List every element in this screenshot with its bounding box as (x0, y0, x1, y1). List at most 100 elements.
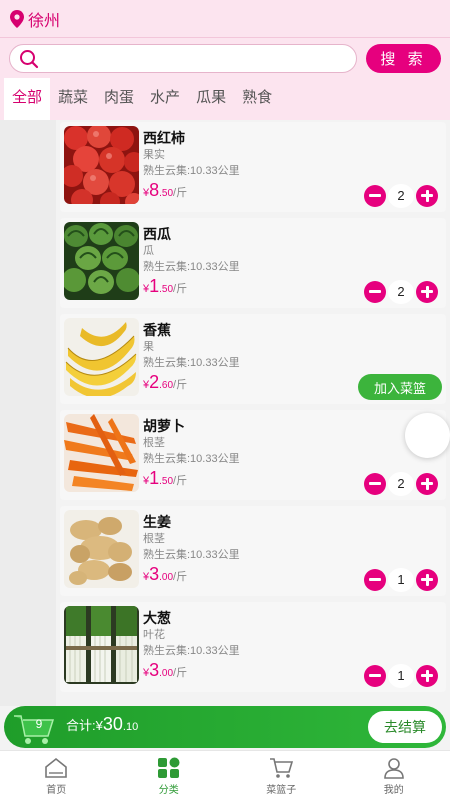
cart-total: 合计:¥30.10 (66, 714, 138, 735)
product-price: ¥1.50/斤 (143, 276, 187, 297)
search-box[interactable] (9, 44, 357, 73)
quantity-stepper: 2 (364, 280, 438, 304)
product-card[interactable]: 西瓜 瓜 熟生云集:10.33公里 ¥1.50/斤 2 (60, 218, 446, 308)
price-decimal: .50 (159, 476, 174, 487)
scallion-image (64, 606, 139, 684)
total-currency: ¥ (95, 718, 103, 733)
minus-icon[interactable] (364, 185, 386, 207)
store-distance: 熟生云集:10.33公里 (143, 357, 240, 369)
price-decimal: .60 (159, 380, 174, 391)
nav-category[interactable]: 分类 (113, 751, 226, 800)
watermelon-image (64, 222, 139, 300)
product-price: ¥3.00/斤 (143, 660, 187, 681)
cart-icon (270, 758, 294, 778)
product-price: ¥8.50/斤 (143, 180, 187, 201)
product-card[interactable]: 西红柿 果实 熟生云集:10.33公里 ¥8.50/斤 2 (60, 122, 446, 212)
product-card[interactable]: 生姜 根茎 熟生云集:10.33公里 ¥3.00/斤 1 (60, 506, 446, 596)
price-unit: /斤 (173, 475, 188, 487)
search-button[interactable]: 搜 索 (366, 44, 441, 73)
total-label: 合计: (66, 718, 96, 733)
tab-all[interactable]: 全部 (4, 78, 51, 120)
price-unit: /斤 (173, 187, 188, 199)
nav-label: 分类 (158, 785, 179, 796)
cart-badge[interactable]: 9 (12, 710, 56, 746)
nav-label: 我的 (383, 785, 404, 796)
product-name: 胡萝卜 (143, 418, 185, 434)
product-category: 叶花 (143, 629, 165, 641)
store-distance: 熟生云集:10.33公里 (143, 165, 240, 177)
product-category: 根茎 (143, 437, 165, 449)
carrot-image (64, 414, 139, 492)
product-card[interactable]: 大葱 叶花 熟生云集:10.33公里 ¥3.00/斤 1 (60, 602, 446, 692)
minus-icon[interactable] (364, 569, 386, 591)
price-decimal: .00 (159, 668, 174, 679)
price-decimal: .00 (159, 572, 174, 583)
search-input[interactable] (46, 48, 346, 70)
tab-meat-eggs[interactable]: 肉蛋 (96, 78, 142, 120)
product-card[interactable]: 胡萝卜 根茎 熟生云集:10.33公里 ¥1.50/斤 2 (60, 410, 446, 500)
location-pin-icon (10, 9, 24, 28)
plus-icon[interactable] (416, 185, 438, 207)
product-category: 果 (143, 341, 154, 353)
price-decimal: .50 (159, 188, 174, 199)
nav-label: 菜篮子 (266, 785, 297, 796)
product-category: 果实 (143, 149, 165, 161)
nav-home[interactable]: 首页 (0, 751, 113, 800)
price-unit: /斤 (173, 571, 188, 583)
tab-fruits[interactable]: 瓜果 (188, 78, 234, 120)
tab-cooked-food[interactable]: 熟食 (234, 78, 280, 120)
product-price: ¥1.50/斤 (143, 468, 187, 489)
tab-vegetables[interactable]: 蔬菜 (50, 78, 96, 120)
cart-summary-bar: 9 合计:¥30.10 去结算 (4, 706, 446, 748)
plus-icon[interactable] (416, 569, 438, 591)
home-icon (45, 757, 68, 778)
product-name: 西红柿 (143, 130, 185, 146)
quantity-value: 2 (388, 280, 414, 304)
plus-icon[interactable] (416, 665, 438, 687)
minus-icon[interactable] (364, 281, 386, 303)
tomato-image (64, 126, 139, 204)
quantity-stepper: 1 (364, 664, 438, 688)
quantity-stepper: 1 (364, 568, 438, 592)
total-integer: 30 (102, 714, 123, 734)
tab-seafood[interactable]: 水产 (142, 78, 188, 120)
search-icon (20, 50, 39, 69)
product-category: 瓜 (143, 245, 154, 257)
cart-count: 9 (35, 717, 43, 731)
price-integer: 1 (149, 276, 160, 296)
quantity-value: 1 (388, 664, 414, 688)
left-sidebar (0, 120, 56, 706)
city-name[interactable]: 徐州 (28, 7, 60, 31)
profile-icon (383, 758, 404, 779)
product-price: ¥3.00/斤 (143, 564, 187, 585)
store-distance: 熟生云集:10.33公里 (143, 549, 240, 561)
quantity-value: 2 (388, 472, 414, 496)
nav-basket[interactable]: 菜篮子 (225, 751, 338, 800)
checkout-button[interactable]: 去结算 (368, 711, 442, 743)
location-bar[interactable]: 徐州 (0, 0, 450, 38)
quantity-value: 2 (388, 184, 414, 208)
plus-icon[interactable] (416, 473, 438, 495)
product-price: ¥2.60/斤 (143, 372, 187, 393)
quantity-value: 1 (388, 568, 414, 592)
store-distance: 熟生云集:10.33公里 (143, 645, 240, 657)
price-integer: 2 (149, 372, 160, 392)
product-card[interactable]: 香蕉 果 熟生云集:10.33公里 ¥2.60/斤 加入菜篮 (60, 314, 446, 404)
price-unit: /斤 (173, 667, 188, 679)
plus-icon[interactable] (416, 281, 438, 303)
product-name: 香蕉 (143, 322, 171, 338)
minus-icon[interactable] (364, 665, 386, 687)
quantity-stepper: 2 (364, 472, 438, 496)
search-row: 搜 索 (0, 38, 450, 78)
store-distance: 熟生云集:10.33公里 (143, 261, 240, 273)
product-name: 生姜 (143, 514, 171, 530)
minus-icon[interactable] (364, 473, 386, 495)
floating-action-button[interactable] (405, 413, 450, 458)
price-decimal: .50 (159, 284, 174, 295)
add-to-basket-button[interactable]: 加入菜篮 (358, 374, 442, 400)
nav-profile[interactable]: 我的 (338, 751, 450, 800)
quantity-stepper: 2 (364, 184, 438, 208)
product-name: 西瓜 (143, 226, 171, 242)
price-integer: 8 (149, 180, 160, 200)
product-category: 根茎 (143, 533, 165, 545)
